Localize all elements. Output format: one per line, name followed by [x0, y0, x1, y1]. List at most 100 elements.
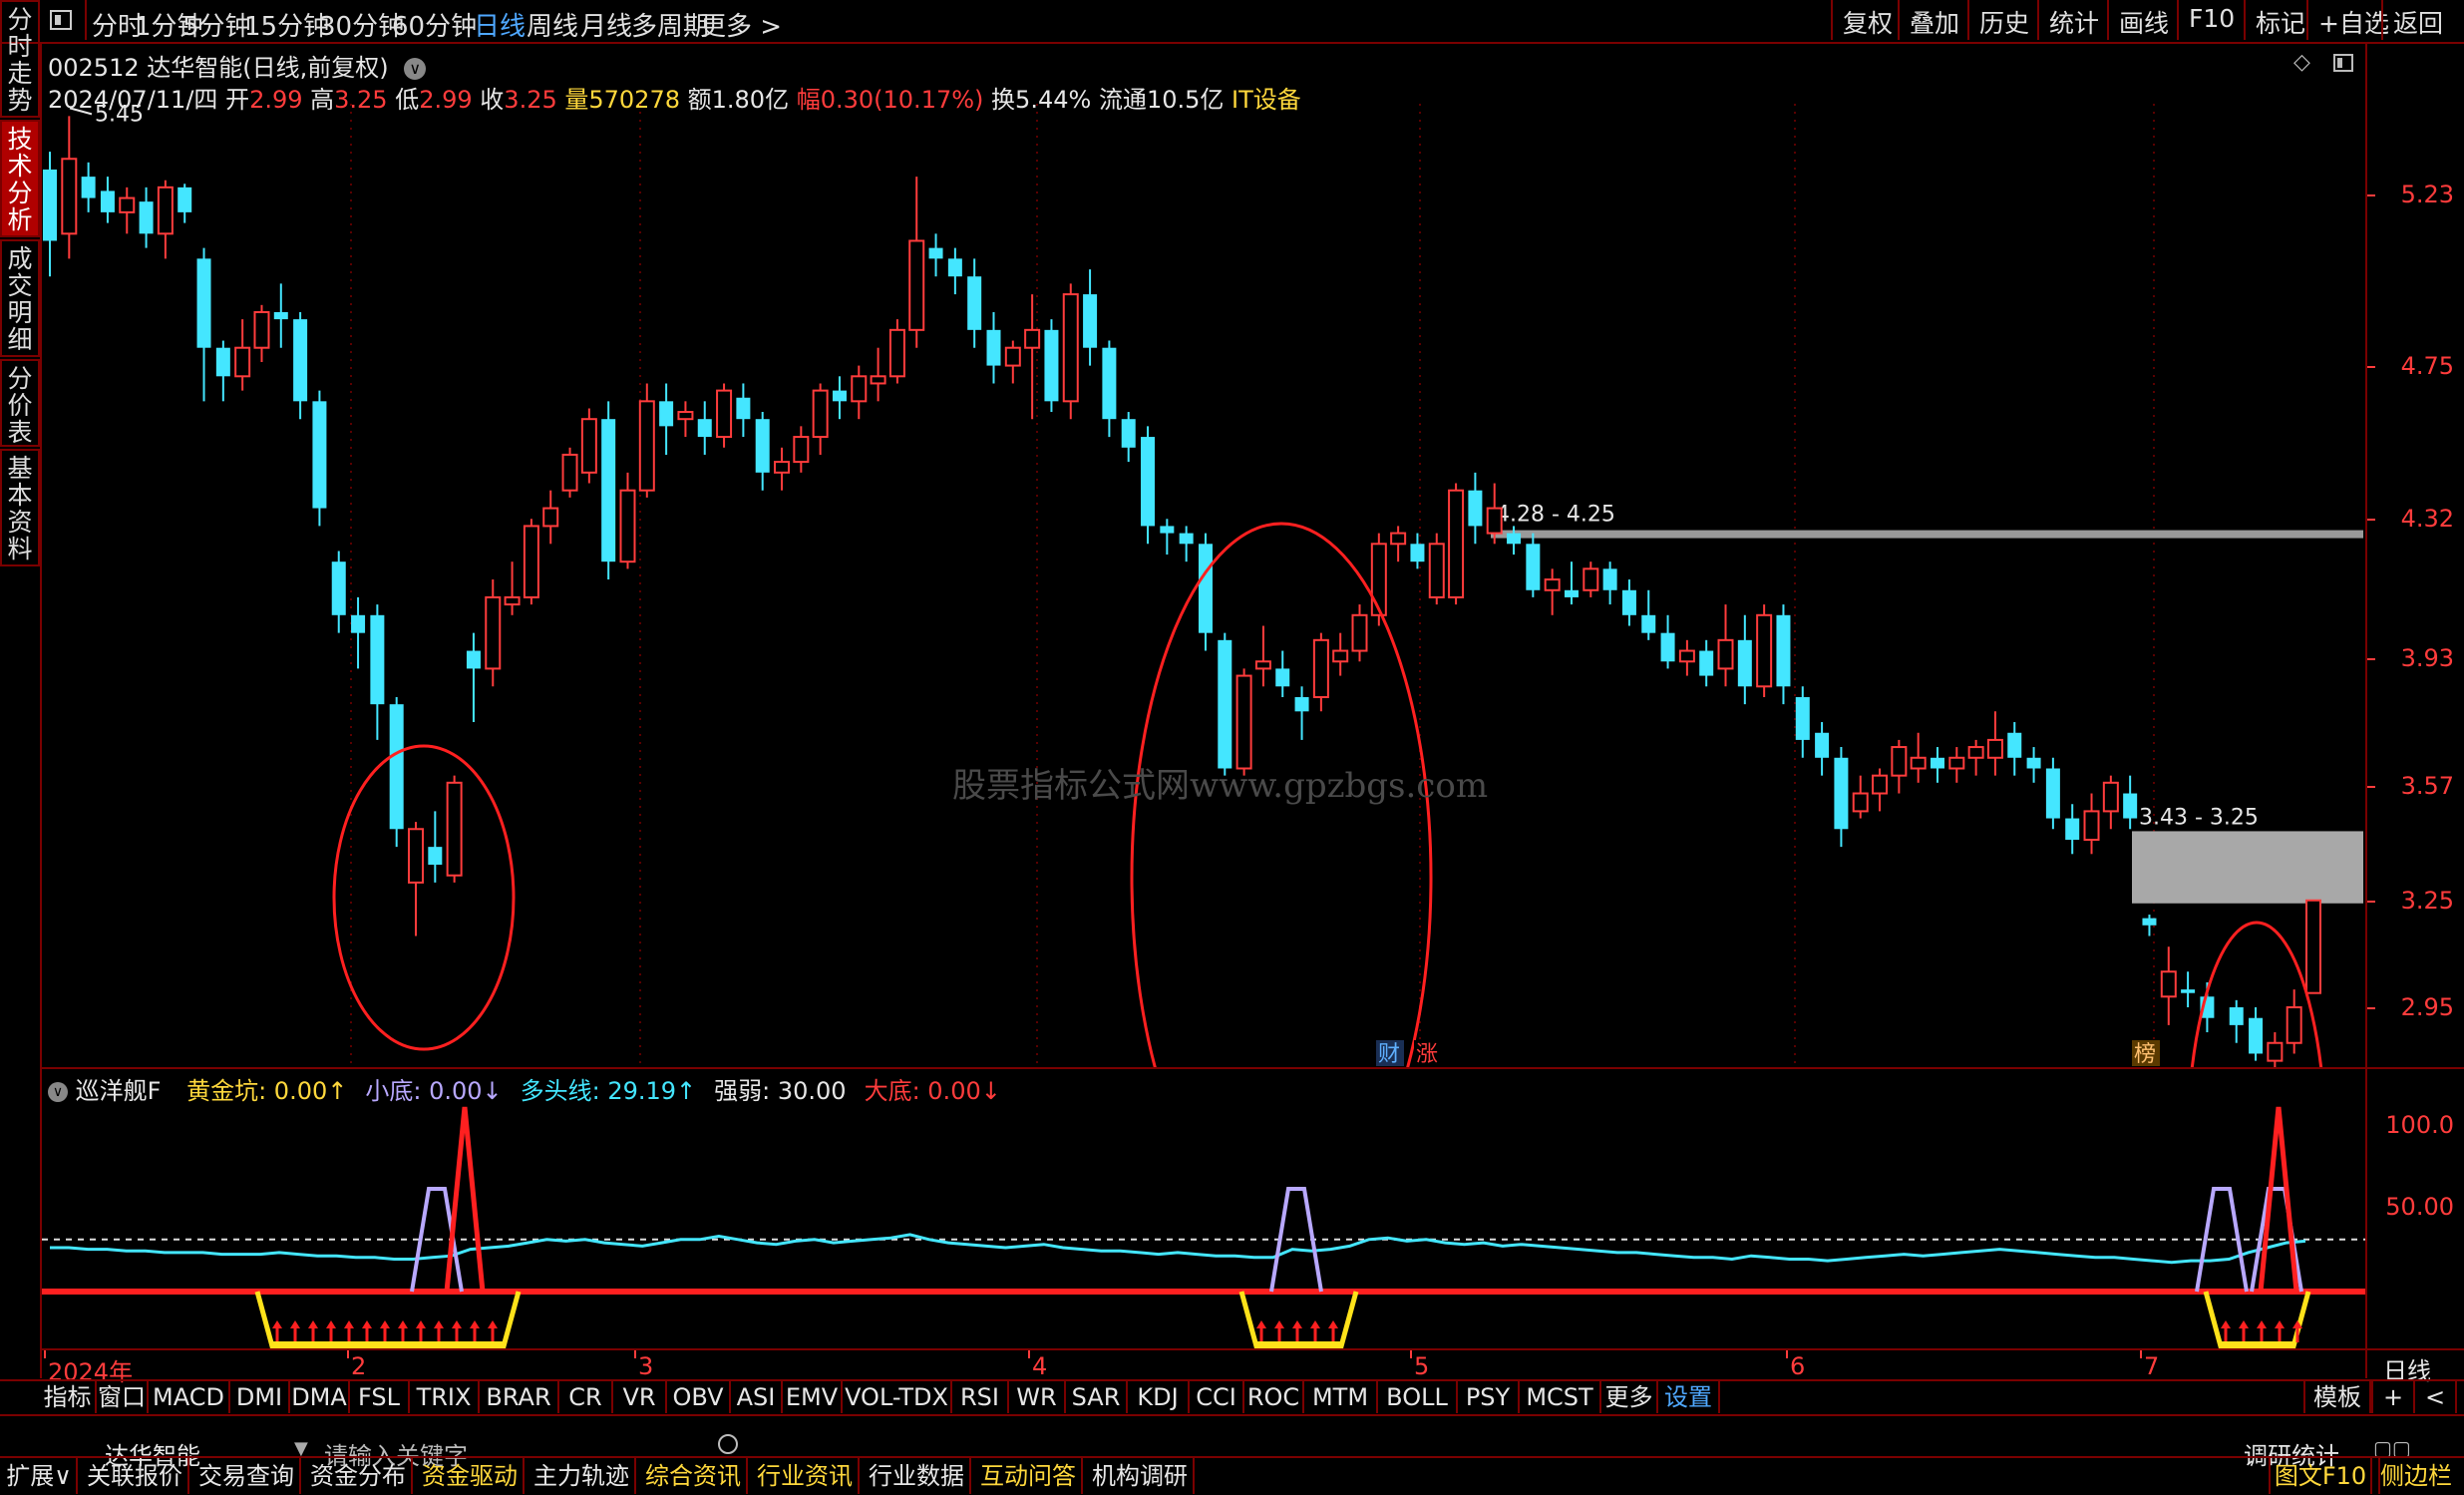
bottom-tab-0[interactable]: 扩展∨: [2, 1458, 78, 1494]
indicator-right-1[interactable]: +: [2371, 1381, 2415, 1413]
candle-body: [659, 401, 674, 427]
left-tab-3[interactable]: 分价表: [0, 359, 40, 447]
toolbar-button-5[interactable]: F10: [2189, 4, 2235, 33]
indicator-tab-2[interactable]: MACD: [149, 1381, 230, 1413]
bottom-tab-4[interactable]: 资金驱动: [417, 1458, 525, 1494]
candle-body: [2026, 757, 2041, 769]
candle-body: [1699, 650, 1714, 676]
left-tab-1[interactable]: 技术分析: [0, 120, 40, 237]
gap-lower-label: 3.43 - 3.25: [2139, 805, 2259, 830]
period-tab-9[interactable]: 多周期: [631, 6, 709, 43]
toolbar-button-4[interactable]: 画线: [2119, 4, 2169, 40]
indicator-tab-5[interactable]: FSL: [350, 1381, 410, 1413]
price-tick: 5.23: [2400, 181, 2454, 208]
candle-body: [1986, 738, 2003, 759]
indicator-tab-8[interactable]: CR: [559, 1381, 613, 1413]
candle-body: [428, 847, 443, 866]
indicator-tab-4[interactable]: DMA: [290, 1381, 350, 1413]
bottom-tab-10[interactable]: 机构调研: [1087, 1458, 1195, 1494]
indicator-tab-0[interactable]: 指标: [40, 1381, 97, 1413]
candle-body: [177, 187, 192, 212]
indicator-tab-18[interactable]: CCI: [1190, 1381, 1244, 1413]
bottom-tab-5[interactable]: 主力轨迹: [528, 1458, 636, 1494]
indicator-tab-10[interactable]: OBV: [667, 1381, 731, 1413]
candle-body: [697, 419, 712, 438]
indicator-tab-6[interactable]: TRIX: [410, 1381, 480, 1413]
toolbar-button-6[interactable]: 标记: [2256, 4, 2305, 40]
indicator-right-0[interactable]: 模板: [2303, 1381, 2371, 1413]
left-tab-2[interactable]: 成交明细: [0, 239, 40, 357]
indicator-tab-14[interactable]: RSI: [952, 1381, 1009, 1413]
indicator-tab-15[interactable]: WR: [1009, 1381, 1066, 1413]
period-tab-10[interactable]: 更多 >: [700, 6, 782, 43]
toolbar-button-3[interactable]: 统计: [2049, 4, 2099, 40]
candle-body: [1910, 756, 1927, 770]
diamond-icon[interactable]: ◇: [2293, 50, 2310, 75]
period-tab-8[interactable]: 月线: [580, 6, 632, 43]
indicator-tab-3[interactable]: DMI: [230, 1381, 290, 1413]
indicator-tab-23[interactable]: MCST: [1520, 1381, 1601, 1413]
candle-body: [2286, 1006, 2302, 1044]
chevron-down-icon[interactable]: ∨: [404, 58, 427, 80]
search-icon[interactable]: [718, 1434, 738, 1454]
bottom-tab-7[interactable]: 行业资讯: [752, 1458, 860, 1494]
indicator-tab-9[interactable]: VR: [613, 1381, 667, 1413]
bottom-tab-9[interactable]: 互动问答: [975, 1458, 1083, 1494]
period-tab-6[interactable]: 日线: [474, 6, 526, 43]
bottom-tab-1[interactable]: 关联报价: [82, 1458, 189, 1494]
toolbar-button-1[interactable]: 叠加: [1910, 4, 1959, 40]
indicator-tab-13[interactable]: VOL-TDX: [843, 1381, 952, 1413]
indicator-tab-25[interactable]: 设置: [1658, 1381, 1720, 1413]
bottom-tab-8[interactable]: 行业数据: [864, 1458, 971, 1494]
candle-body: [928, 247, 943, 259]
toolbar-button-7[interactable]: +自选: [2318, 4, 2389, 40]
bottom-right-0[interactable]: 图文F10: [2269, 1458, 2372, 1494]
indicator-tab-17[interactable]: KDJ: [1128, 1381, 1190, 1413]
indicator-tab-22[interactable]: PSY: [1458, 1381, 1520, 1413]
indicator-tab-24[interactable]: 更多: [1601, 1381, 1658, 1413]
candle-body: [755, 419, 770, 473]
period-tab-5[interactable]: 60分钟: [392, 6, 477, 43]
indicator-tab-12[interactable]: EMV: [783, 1381, 843, 1413]
toolbar-button-8[interactable]: 返回: [2393, 4, 2443, 40]
bottom-tab-3[interactable]: 资金分布: [305, 1458, 413, 1494]
bottom-right-1[interactable]: 侧边栏《: [2378, 1458, 2464, 1494]
indicator-tab-20[interactable]: MTM: [1304, 1381, 1378, 1413]
candle-body: [43, 169, 57, 241]
indicator-chart[interactable]: [42, 1069, 2365, 1348]
price-axis: 5.23 4.75 4.32 3.93 3.57 3.25 2.95: [2367, 104, 2464, 1067]
indicator-tab-21[interactable]: BOLL: [1378, 1381, 1458, 1413]
candle-body: [1275, 668, 1290, 687]
candle-body: [542, 507, 559, 528]
candle-body: [986, 329, 1001, 366]
left-tab-0[interactable]: 分时走势: [0, 0, 40, 118]
indicator-tab-7[interactable]: BRAR: [480, 1381, 559, 1413]
window-menu-icon[interactable]: [50, 10, 72, 30]
indicator-tab-1[interactable]: 窗口: [97, 1381, 149, 1413]
candle-body: [1717, 638, 1734, 670]
candle-body: [1024, 328, 1041, 349]
candle-body: [2305, 899, 2321, 994]
indicator-tab-16[interactable]: SAR: [1066, 1381, 1128, 1413]
period-tab-7[interactable]: 周线: [527, 6, 578, 43]
bottom-tab-6[interactable]: 综合资讯: [640, 1458, 748, 1494]
panel-toggle-icon[interactable]: [2333, 54, 2353, 72]
candle-body: [1198, 544, 1213, 633]
price-tick: 3.93: [2400, 643, 2454, 672]
indicator-tab-11[interactable]: ASI: [731, 1381, 783, 1413]
candle-body: [1526, 544, 1541, 590]
period-tab-2[interactable]: 5分钟: [182, 6, 251, 43]
candle-body: [2229, 1007, 2244, 1025]
toolbar-button-0[interactable]: 复权: [1843, 4, 1893, 40]
candle-body: [293, 319, 308, 402]
left-tab-4[interactable]: 基本资料: [0, 449, 40, 566]
indicator-tick: 50.00: [2385, 1193, 2454, 1221]
period-tab-3[interactable]: 15分钟: [244, 6, 329, 43]
candle-body: [1621, 589, 1636, 615]
bottom-tab-2[interactable]: 交易查询: [193, 1458, 301, 1494]
price-chart[interactable]: 4.28 - 4.253.43 - 3.255.452.74财涨榜: [42, 104, 2365, 1067]
toolbar-button-2[interactable]: 历史: [1979, 4, 2029, 40]
indicator-right-2[interactable]: <: [2413, 1381, 2457, 1413]
indicator-tab-19[interactable]: ROC: [1244, 1381, 1304, 1413]
candle-body: [561, 453, 578, 492]
